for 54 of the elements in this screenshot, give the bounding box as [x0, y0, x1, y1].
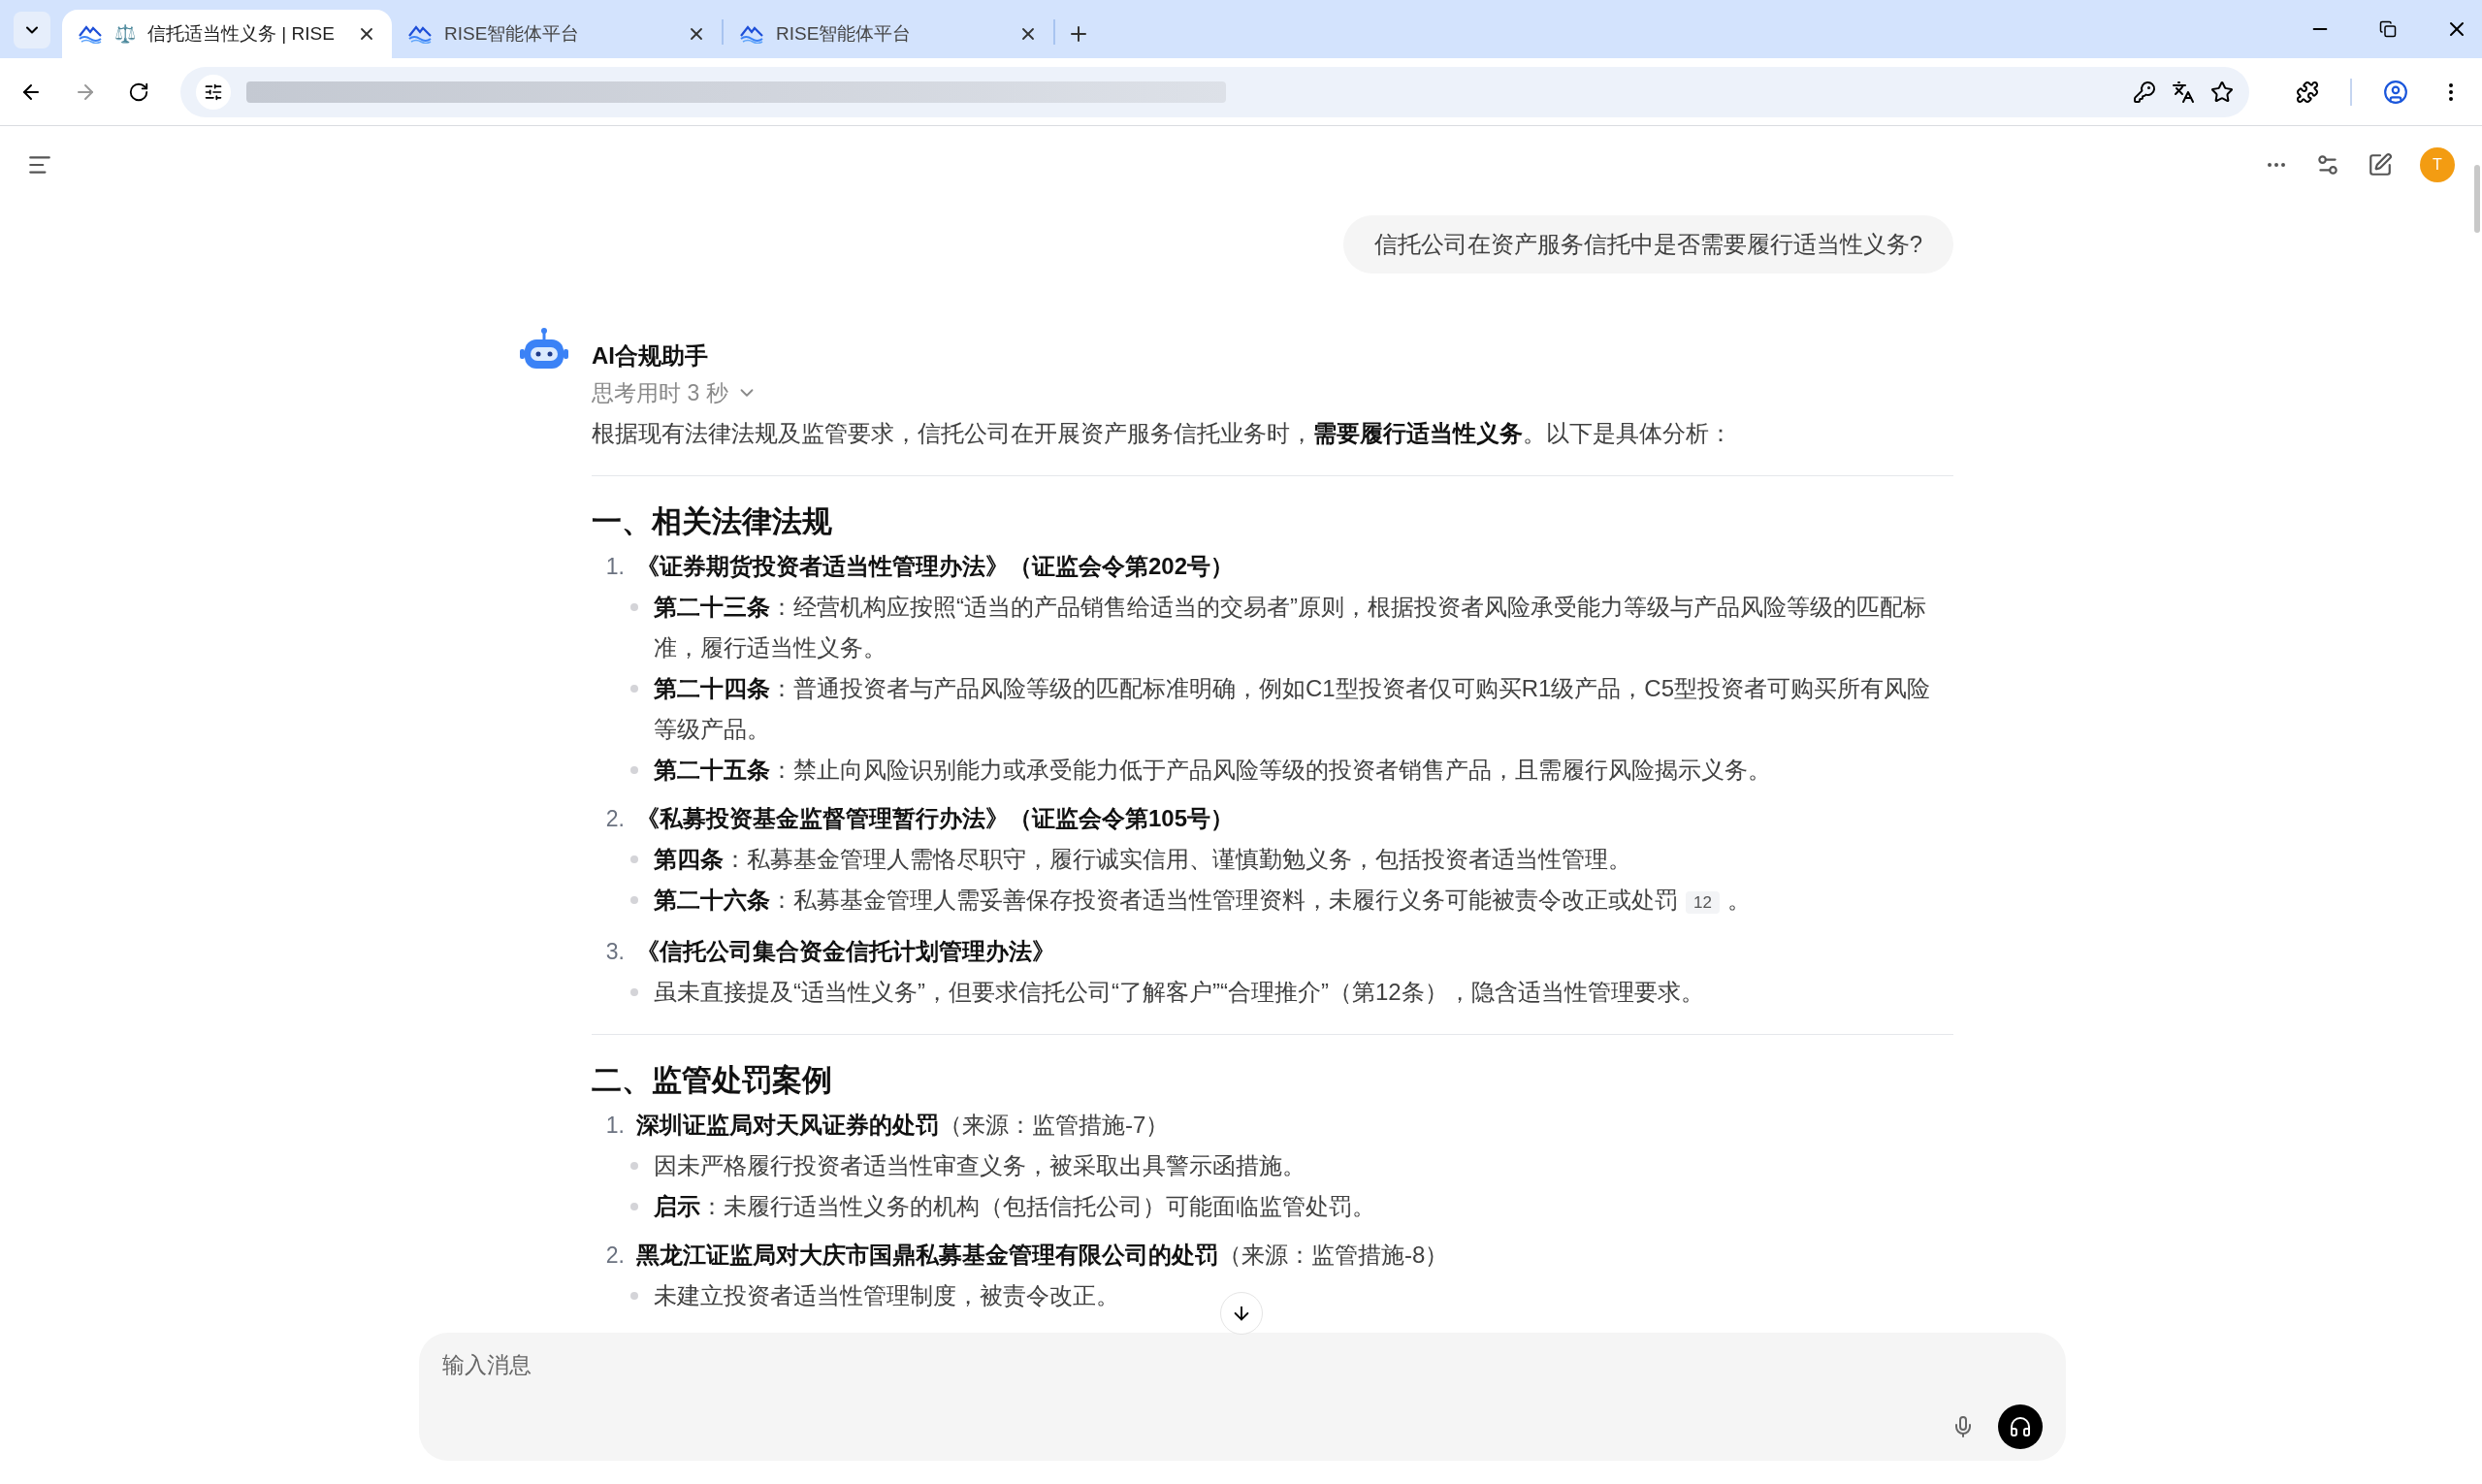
bullet-text: 第二十六条：私募基金管理人需妥善保存投资者适当性管理资料，未履行义务可能被责令改正或处罚 12 。 — [654, 886, 1751, 916]
scroll-down-button[interactable] — [1220, 1292, 1263, 1335]
new-chat-icon[interactable] — [2368, 152, 2393, 177]
item-title: 深圳证监局对天风证券的处罚 — [636, 1111, 939, 1140]
extensions-icon[interactable] — [2296, 80, 2319, 104]
translate-icon[interactable] — [2172, 80, 2195, 104]
browser-tab[interactable]: RISE智能体平台 — [724, 10, 1053, 58]
list-number: 3. — [604, 938, 625, 966]
bullet-text: 启示：未履行适当性义务的机构（包括信托公司）可能面临监管处罚。 — [654, 1192, 1375, 1221]
mountain-logo-icon — [739, 24, 764, 44]
star-icon[interactable] — [2210, 80, 2234, 104]
item-title: 黑龙江证监局对大庆市国鼎私募基金管理有限公司的处罚 — [636, 1241, 1218, 1270]
list-number: 1. — [604, 1112, 625, 1140]
message-input[interactable]: 输入消息 — [419, 1333, 2066, 1461]
item-title: 《证券期货投资者适当性管理办法》（证监会令第202号） — [636, 552, 1235, 581]
settings-icon[interactable] — [2315, 152, 2340, 177]
intro-paragraph: 根据现有法律法规及监管要求，信托公司在开展资产服务信托业务时，需要履行适当性义务。以下是具体分析： — [592, 419, 1733, 448]
restore-icon[interactable] — [2379, 20, 2397, 38]
item-title: 《信托公司集合资金信托计划管理办法》 — [636, 937, 1055, 966]
key-icon[interactable] — [2133, 80, 2156, 104]
bullet-text: 未建立投资者适当性管理制度，被责令改正。 — [654, 1281, 1119, 1310]
site-settings-icon[interactable] — [196, 74, 231, 110]
section-heading: 一、相关法律法规 — [592, 503, 833, 540]
tab-title: RISE智能体平台 — [776, 21, 913, 46]
voice-call-button[interactable] — [1998, 1404, 2043, 1449]
browser-tab[interactable]: ⚖ 信托适当性义务 | RISE — [62, 10, 392, 58]
tab-title: 信托适当性义务 | RISE — [147, 21, 336, 46]
assistant-name: AI合规助手 — [592, 341, 709, 371]
item-source: （来源：监管措施-8） — [1218, 1241, 1449, 1270]
tab-search-button[interactable] — [14, 12, 50, 48]
bullet-text: 第四条：私募基金管理人需恪尽职守，履行诚实信用、谨慎勤勉义务，包括投资者适当性管理。 — [654, 845, 1631, 874]
citation-badge[interactable]: 12 — [1686, 891, 1720, 914]
list-number: 2. — [604, 805, 625, 833]
item-source: （来源：监管措施-7） — [939, 1111, 1170, 1140]
user-message-bubble: 信托公司在资产服务信托中是否需要履行适当性义务? — [1342, 215, 1953, 274]
bullet-text: 第二十三条：经营机构应按照“适当的产品销售给适当的交易者”原则，根据投资者风险承受能力等级与产品风险等级的匹配标准，履行适当性义务。 — [654, 593, 1927, 662]
mountain-logo-icon — [78, 24, 103, 44]
bullet-text: 第二十五条：禁止向风险识别能力或承受能力低于产品风险等级的投资者销售产品，且需履行风险揭示义务。 — [654, 756, 1771, 785]
headphones-icon — [2009, 1415, 2032, 1438]
tab-title: RISE智能体平台 — [444, 21, 581, 46]
reload-icon[interactable] — [128, 81, 149, 103]
scales-icon: ⚖ — [114, 20, 136, 48]
bullet-text: 虽未直接提及“适当性义务”，但要求信托公司“了解客户”“合理推介”（第12条），隐含适当性管理要求。 — [654, 978, 1704, 1007]
message-input-text[interactable]: 输入消息 — [442, 1348, 2043, 1382]
mountain-logo-icon — [407, 24, 433, 44]
list-number: 2. — [604, 1242, 625, 1270]
profile-icon[interactable] — [2383, 79, 2408, 105]
bullet-text: 因未严格履行投资者适当性审查义务，被采取出具警示函措施。 — [654, 1151, 1305, 1180]
scrollbar-thumb[interactable] — [2474, 165, 2480, 233]
item-title: 《私募投资基金监督管理暂行办法》（证监会令第105号） — [636, 804, 1235, 833]
bullet-text: 第二十四条：普通投资者与产品风险等级的匹配标准明确，例如C1型投资者仅可购买R1级产品，C5型投资者可购买所有风险等级产品。 — [654, 674, 1932, 744]
browser-tab[interactable]: RISE智能体平台 — [392, 10, 722, 58]
section-heading: 二、监管处罚案例 — [592, 1062, 833, 1099]
list-number: 1. — [604, 553, 625, 581]
